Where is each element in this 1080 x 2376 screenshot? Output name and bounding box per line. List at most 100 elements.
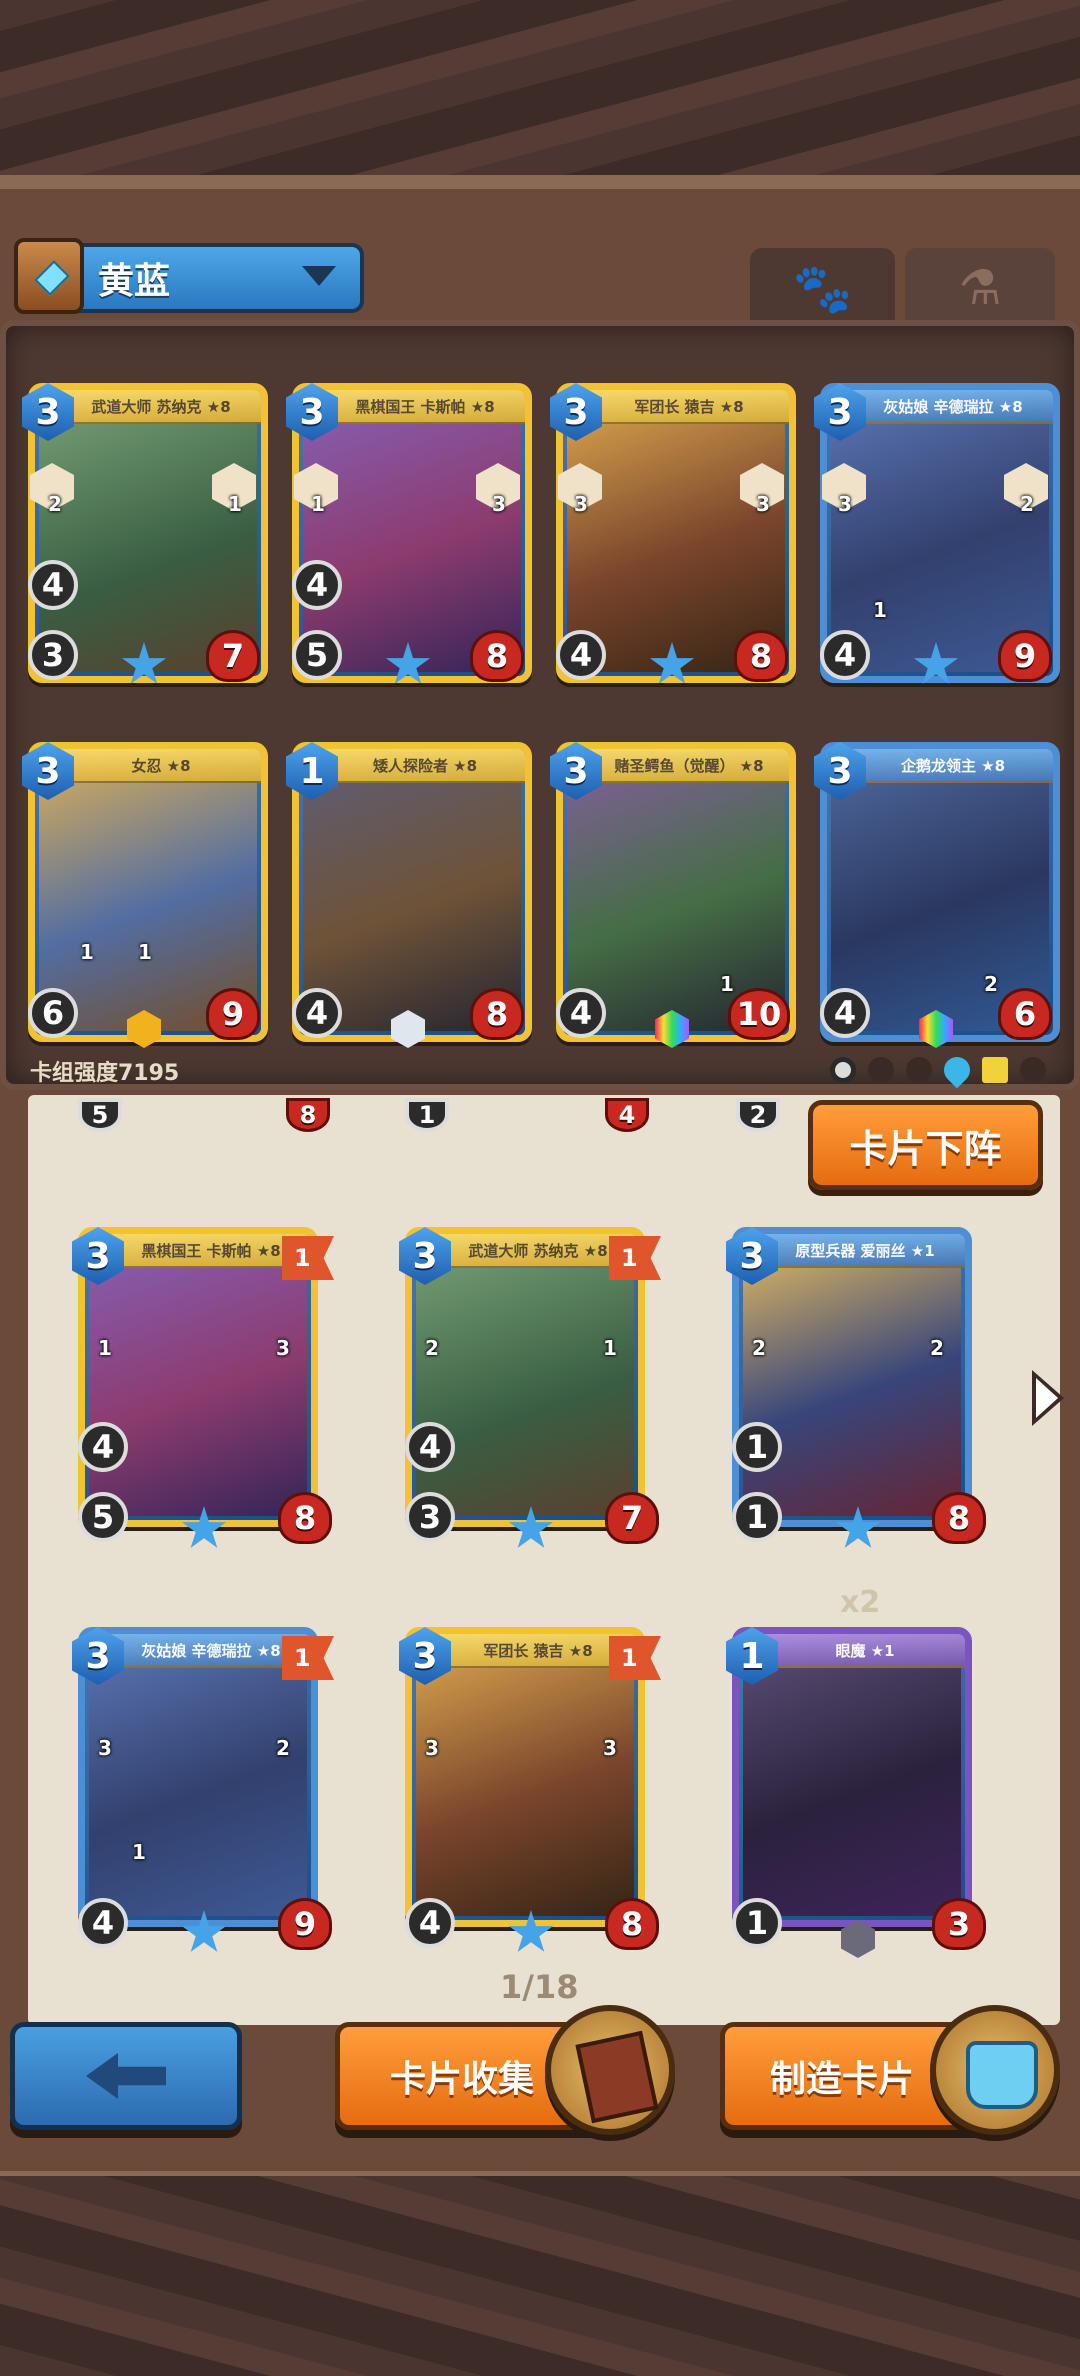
flame-filter-icon[interactable] (906, 1057, 932, 1083)
card-art-shine (739, 1634, 965, 1920)
card-health: 8 (470, 630, 524, 682)
back-arrow-icon (86, 2053, 166, 2099)
paw-jar-icon[interactable] (930, 2005, 1060, 2135)
card-defense: 5 (78, 1492, 128, 1542)
skill-level: 1 (228, 492, 242, 516)
card-defense-partial: 2 (736, 1098, 780, 1132)
deck-strength: 卡组强度7195 (30, 1061, 180, 1086)
skill-level: 3 (603, 1736, 617, 1760)
skill-level: 2 (425, 1336, 439, 1360)
skill-level: 2 (752, 1336, 766, 1360)
card-attack: 4 (292, 560, 342, 610)
card-defense: 3 (28, 630, 78, 680)
tab-potions[interactable]: ⚗ (905, 248, 1055, 328)
rock-filter-icon[interactable] (868, 1057, 894, 1083)
potion-icon: ⚗ (958, 260, 1002, 316)
card-attack: 4 (28, 560, 78, 610)
skill-level: 3 (574, 492, 588, 516)
page-indicator: 1/18 (500, 1968, 579, 2006)
card-defense: 4 (820, 988, 870, 1038)
wood-background-bottom (0, 2176, 1080, 2376)
craft-card-label: 制造卡片 (770, 2059, 915, 2100)
fire-filter-icon[interactable] (1020, 1057, 1046, 1083)
card-name: 武道大师 苏纳克 ★8 (57, 390, 261, 424)
card-name: 军团长 猿吉 ★8 (585, 390, 789, 424)
card-health: 8 (932, 1492, 986, 1544)
card-collection-label: 卡片收集 (390, 2059, 535, 2100)
card-health: 7 (605, 1492, 659, 1544)
card-name: 灰姑娘 辛德瑞拉 ★8 (849, 390, 1053, 424)
card-attack: 4 (405, 1422, 455, 1472)
card-health-partial: 4 (605, 1098, 649, 1132)
card-defense: 4 (405, 1898, 455, 1948)
skill-level: 1 (311, 492, 325, 516)
duplicate-count-label: x2 (840, 1585, 881, 1620)
card-health: 7 (206, 630, 260, 682)
skill-level: 2 (984, 972, 998, 996)
skill-level: 3 (425, 1736, 439, 1760)
card-name: 女忍 ★8 (57, 749, 261, 783)
card-defense: 1 (732, 1492, 782, 1542)
skill-level: 1 (132, 1840, 146, 1864)
card-art-shine (85, 1634, 311, 1920)
card-name: 原型兵器 爱丽丝 ★1 (761, 1234, 965, 1268)
card-defense: 1 (732, 1898, 782, 1948)
all-filter-icon[interactable] (830, 1057, 856, 1083)
remove-card-button[interactable]: 卡片下阵 (808, 1100, 1043, 1190)
card-health: 8 (470, 988, 524, 1040)
card-defense: 6 (28, 988, 78, 1038)
card-health-partial: 8 (286, 1098, 330, 1132)
card-art-shine (412, 1234, 638, 1520)
skill-level: 3 (276, 1336, 290, 1360)
card-defense: 4 (556, 988, 606, 1038)
deck-book-icon (14, 238, 84, 314)
tab-pets[interactable]: 🐾 (750, 248, 895, 328)
skill-level: 3 (756, 492, 770, 516)
card-health: 8 (734, 630, 788, 682)
card-health: 3 (932, 1898, 986, 1950)
card-defense: 4 (556, 630, 606, 680)
card-health: 6 (998, 988, 1052, 1040)
card-name: 赌圣鳄鱼（觉醒） ★8 (585, 749, 789, 783)
card-defense: 4 (78, 1898, 128, 1948)
card-health: 9 (278, 1898, 332, 1950)
card-name: 矮人探险者 ★8 (321, 749, 525, 783)
skill-level: 1 (873, 598, 887, 622)
card-defense: 3 (405, 1492, 455, 1542)
card-defense: 4 (292, 988, 342, 1038)
card-book-icon[interactable] (545, 2005, 675, 2135)
card-health: 9 (998, 630, 1052, 682)
card-defense: 5 (292, 630, 342, 680)
water-filter-icon[interactable] (938, 1051, 976, 1089)
card-art-shine (412, 1634, 638, 1920)
skill-level: 2 (1020, 492, 1034, 516)
wind-filter-icon[interactable] (982, 1057, 1008, 1083)
element-filter-bar (830, 1051, 1046, 1089)
paw-icon: 🐾 (792, 260, 853, 317)
card-name: 企鹅龙领主 ★8 (849, 749, 1053, 783)
card-art-shine (85, 1234, 311, 1520)
card-name: 黑棋国王 卡斯帕 ★8 (321, 390, 525, 424)
skill-level: 1 (603, 1336, 617, 1360)
skill-level: 3 (838, 492, 852, 516)
skill-level: 3 (98, 1736, 112, 1760)
skill-level: 1 (138, 940, 152, 964)
skill-level: 2 (48, 492, 62, 516)
wood-background-top (0, 0, 1080, 190)
card-health: 8 (278, 1492, 332, 1544)
card-health: 9 (206, 988, 260, 1040)
skill-level: 2 (930, 1336, 944, 1360)
skill-level: 1 (80, 940, 94, 964)
card-attack: 1 (732, 1422, 782, 1472)
card-health: 8 (605, 1898, 659, 1950)
skill-level: 2 (276, 1736, 290, 1760)
skill-level: 1 (98, 1336, 112, 1360)
chevron-down-icon[interactable] (302, 266, 336, 286)
card-health: 10 (728, 988, 790, 1040)
back-button[interactable] (10, 2022, 242, 2130)
skill-level: 3 (492, 492, 506, 516)
card-defense-partial: 1 (405, 1098, 449, 1132)
next-page-arrow-icon[interactable] (1032, 1370, 1064, 1426)
card-art-shine (739, 1234, 965, 1520)
deck-name: 黄蓝 (98, 261, 171, 302)
